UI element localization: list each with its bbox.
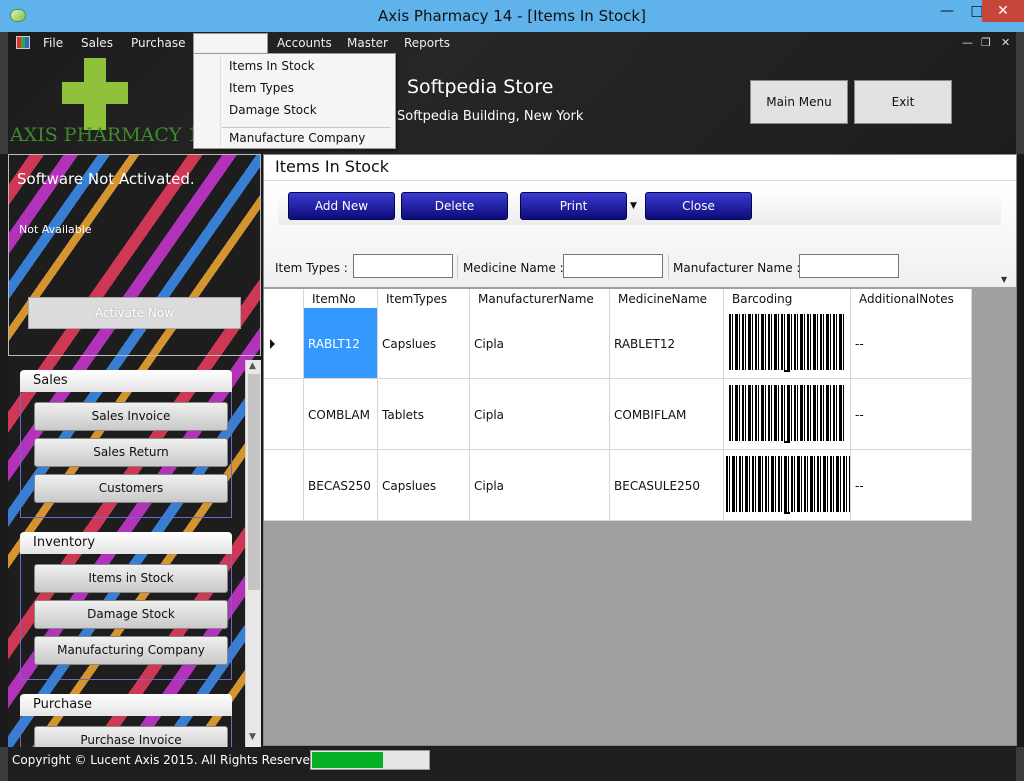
cell-medicine[interactable]: COMBIFLAM bbox=[610, 379, 724, 450]
grid-header: ItemNo ItemTypes ManufacturerName Medici… bbox=[264, 289, 972, 309]
medicine-name-input[interactable] bbox=[563, 254, 663, 278]
cell-item-no[interactable]: COMBLAM bbox=[304, 379, 378, 450]
cell-manufacturer[interactable]: Cipla bbox=[470, 450, 610, 521]
barcode-image bbox=[729, 385, 845, 441]
medicine-name-label: Medicine Name : bbox=[463, 261, 564, 275]
col-item-types[interactable]: ItemTypes bbox=[378, 289, 470, 309]
scroll-thumb[interactable] bbox=[248, 374, 260, 590]
manufacturing-company-button[interactable]: Manufacturing Company bbox=[34, 636, 228, 665]
row-header[interactable] bbox=[264, 450, 304, 521]
cell-notes[interactable]: -- bbox=[851, 450, 972, 521]
cell-item-no[interactable]: BECAS250 bbox=[304, 450, 378, 521]
cell-notes[interactable]: -- bbox=[851, 379, 972, 450]
exit-button[interactable]: Exit bbox=[854, 80, 952, 124]
cell-item-type[interactable]: Capslues bbox=[378, 450, 470, 521]
manufacturer-name-input[interactable] bbox=[799, 254, 899, 278]
table-row[interactable]: BECAS250 Capslues Cipla BECASULE250 -- bbox=[264, 450, 972, 521]
progress-bar bbox=[310, 750, 430, 770]
table-row[interactable]: COMBLAM Tablets Cipla COMBIFLAM -- bbox=[264, 379, 972, 450]
barcode-image bbox=[729, 314, 845, 370]
cell-item-no[interactable]: RABLT12 bbox=[304, 308, 378, 379]
manufacturer-name-label: Manufacturer Name : bbox=[673, 261, 801, 275]
cell-barcode[interactable] bbox=[724, 308, 851, 379]
item-types-input[interactable] bbox=[353, 254, 453, 278]
print-dropdown-icon[interactable]: ▼ bbox=[630, 201, 637, 211]
cell-medicine[interactable]: BECASULE250 bbox=[610, 450, 724, 521]
pharmacy-cross-logo bbox=[62, 58, 128, 130]
activation-subtitle: Not Available bbox=[19, 223, 92, 236]
scroll-down-icon[interactable]: ▼ bbox=[249, 732, 256, 742]
customers-button[interactable]: Customers bbox=[34, 474, 228, 503]
mdi-minimize-icon[interactable]: — bbox=[962, 36, 973, 49]
cell-manufacturer[interactable]: Cipla bbox=[470, 308, 610, 379]
col-item-no[interactable]: ItemNo bbox=[304, 289, 378, 309]
window-title: Axis Pharmacy 14 - [Items In Stock] bbox=[378, 7, 646, 25]
col-manufacturer-name[interactable]: ManufacturerName bbox=[470, 289, 610, 309]
section-title: Inventory bbox=[20, 532, 232, 554]
child-window-title: Items In Stock bbox=[264, 155, 1016, 181]
menu-purchase[interactable]: Purchase bbox=[131, 36, 186, 50]
cell-item-type[interactable]: Capslues bbox=[378, 308, 470, 379]
menu-item-manufacture-company[interactable]: Manufacture Company bbox=[229, 131, 365, 145]
activate-now-button[interactable]: Activate Now bbox=[28, 297, 241, 329]
table-row[interactable]: RABLT12 Capslues Cipla RABLET12 -- bbox=[264, 308, 972, 379]
menu-item-items-in-stock[interactable]: Items In Stock bbox=[229, 59, 315, 73]
delete-button[interactable]: Delete bbox=[401, 192, 508, 220]
menu-item-damage-stock[interactable]: Damage Stock bbox=[229, 103, 317, 117]
menu-item-item-types[interactable]: Item Types bbox=[229, 81, 294, 95]
mdi-close-icon[interactable]: ✕ bbox=[1001, 36, 1010, 49]
barcode-image bbox=[726, 456, 850, 512]
activation-box: Software Not Activated. Not Available Ac… bbox=[8, 154, 261, 356]
logo-text: AXIS PHARMACY 14 bbox=[10, 124, 212, 146]
menu-bar: File Sales Purchase Accounts Master Repo… bbox=[8, 32, 1016, 54]
close-button[interactable]: Close bbox=[645, 192, 752, 220]
section-title: Sales bbox=[20, 370, 232, 392]
purchase-invoice-button[interactable]: Purchase Invoice bbox=[34, 726, 228, 747]
col-barcoding[interactable]: Barcoding bbox=[724, 289, 851, 309]
title-bar: Axis Pharmacy 14 - [Items In Stock] — □ … bbox=[0, 0, 1024, 32]
row-header[interactable] bbox=[264, 379, 304, 450]
cell-barcode[interactable] bbox=[724, 379, 851, 450]
items-in-stock-button[interactable]: Items in Stock bbox=[34, 564, 228, 593]
cell-medicine[interactable]: RABLET12 bbox=[610, 308, 724, 379]
menu-separator bbox=[222, 127, 391, 128]
mdi-restore-icon[interactable]: ❐ bbox=[981, 36, 991, 49]
menu-master[interactable]: Master bbox=[347, 36, 388, 50]
item-types-label: Item Types : bbox=[275, 261, 348, 275]
print-button[interactable]: Print bbox=[520, 192, 627, 220]
row-header[interactable] bbox=[264, 308, 304, 379]
store-name: Softpedia Store bbox=[407, 76, 554, 98]
cell-item-type[interactable]: Tablets bbox=[378, 379, 470, 450]
col-additional-notes[interactable]: AdditionalNotes bbox=[851, 289, 972, 309]
menu-sales[interactable]: Sales bbox=[81, 36, 113, 50]
progress-fill bbox=[312, 752, 383, 768]
menu-accounts[interactable]: Accounts bbox=[277, 36, 332, 50]
store-address: Softpedia Building, New York bbox=[397, 109, 584, 124]
cell-manufacturer[interactable]: Cipla bbox=[470, 379, 610, 450]
menu-reports[interactable]: Reports bbox=[404, 36, 450, 50]
sales-invoice-button[interactable]: Sales Invoice bbox=[34, 402, 228, 431]
current-row-icon bbox=[270, 339, 275, 349]
menu-file[interactable]: File bbox=[43, 36, 63, 50]
cell-notes[interactable]: -- bbox=[851, 308, 972, 379]
close-window-icon[interactable]: ✕ bbox=[982, 0, 1024, 22]
activation-title: Software Not Activated. bbox=[17, 170, 195, 188]
minimize-icon[interactable]: — bbox=[932, 0, 962, 22]
filter-bar: Item Types : Medicine Name : Manufacture… bbox=[264, 251, 1016, 285]
copyright-text: Copyright © Lucent Axis 2015. All Rights… bbox=[12, 753, 322, 767]
items-in-stock-window: Items In Stock Add New Delete Print ▼ Cl… bbox=[263, 154, 1017, 746]
cell-barcode[interactable] bbox=[724, 450, 851, 521]
damage-stock-button[interactable]: Damage Stock bbox=[34, 600, 228, 629]
add-new-button[interactable]: Add New bbox=[288, 192, 395, 220]
sales-return-button[interactable]: Sales Return bbox=[34, 438, 228, 467]
left-panel-scrollbar[interactable]: ▲ ▼ bbox=[245, 360, 261, 747]
toolbar-overflow-icon[interactable]: ▼ bbox=[1001, 275, 1013, 287]
col-medicine-name[interactable]: MedicineName bbox=[610, 289, 724, 309]
master-dropdown-menu: Items In Stock Item Types Damage Stock M… bbox=[193, 53, 396, 149]
section-title: Purchase bbox=[20, 694, 232, 716]
main-menu-button[interactable]: Main Menu bbox=[750, 80, 848, 124]
scroll-up-icon[interactable]: ▲ bbox=[249, 361, 256, 371]
left-panel: Software Not Activated. Not Available Ac… bbox=[8, 154, 261, 747]
